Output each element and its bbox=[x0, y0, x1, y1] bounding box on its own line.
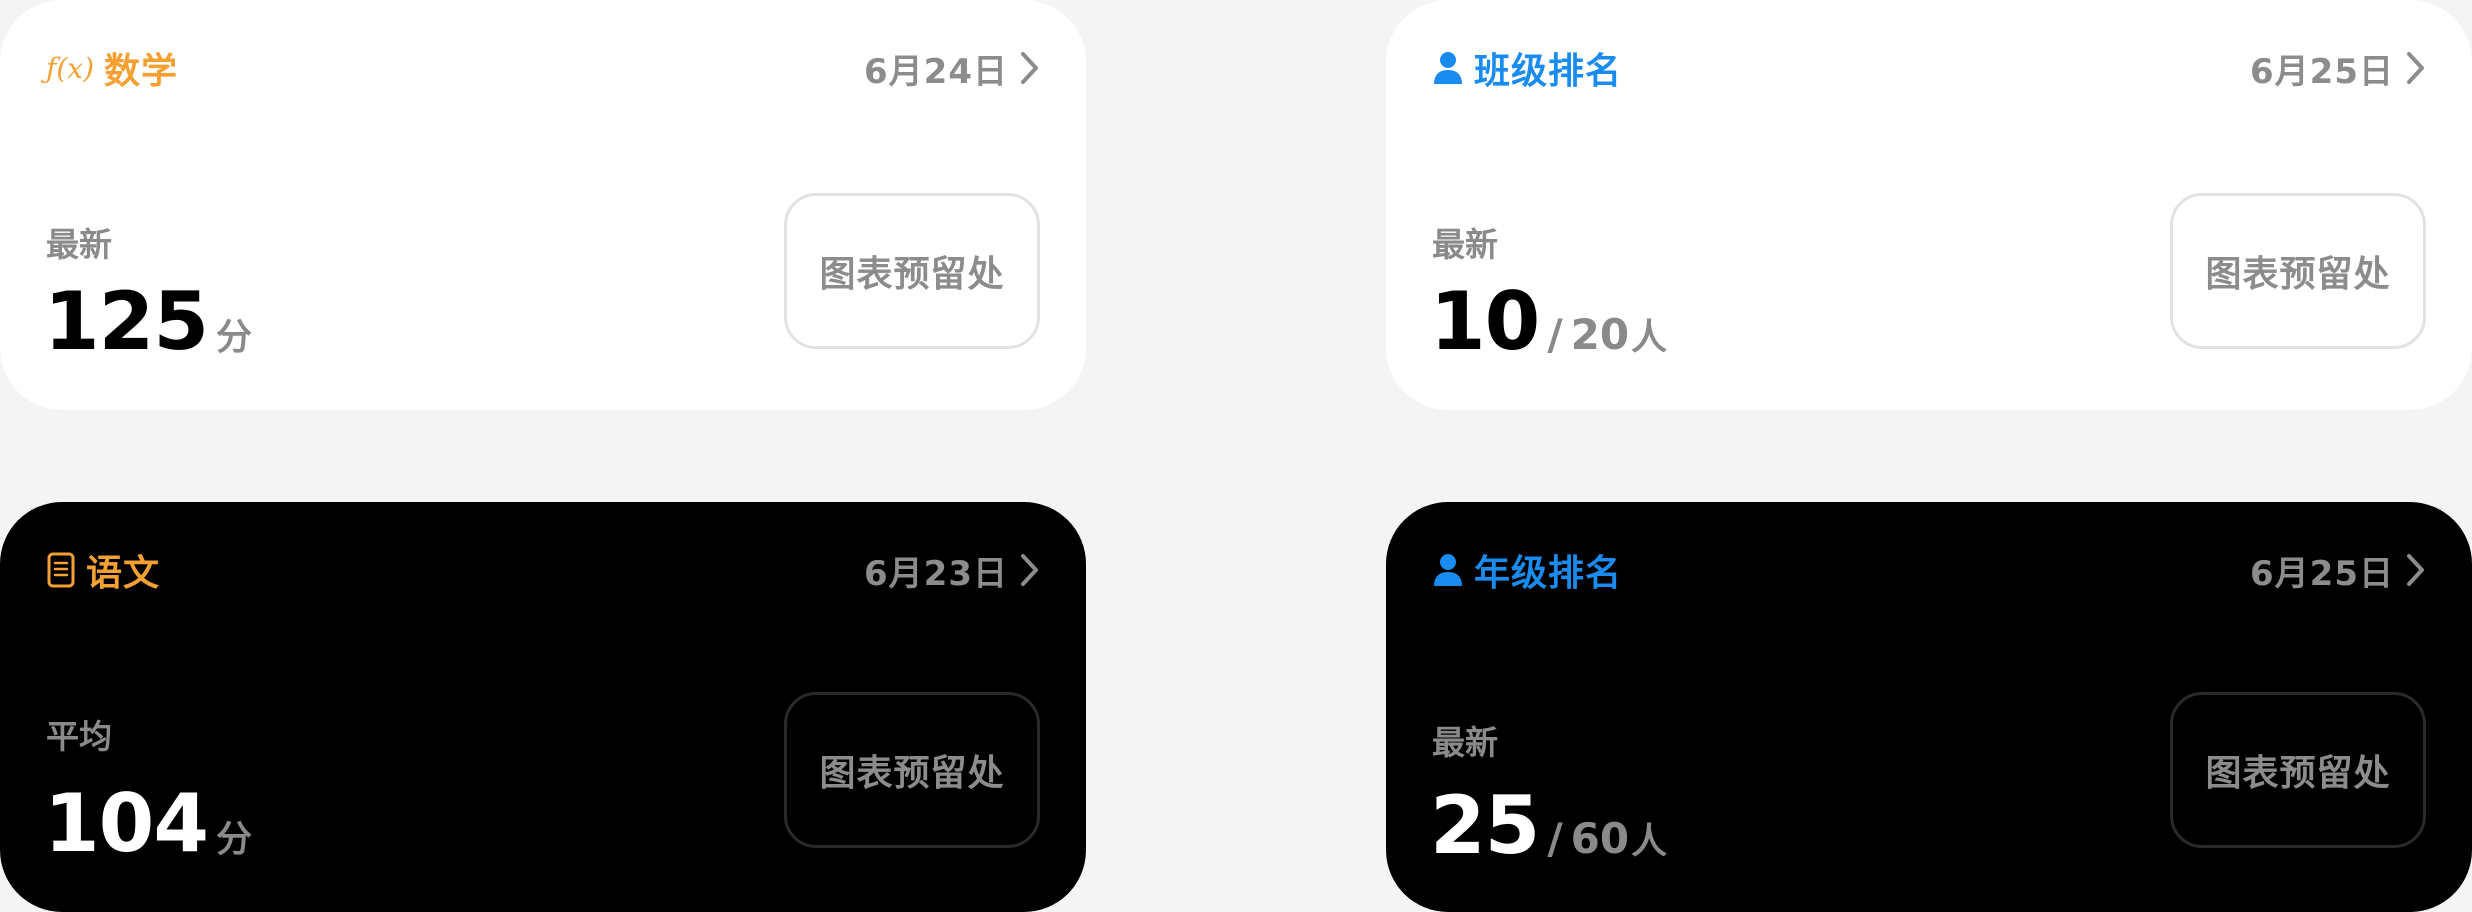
chart-placeholder-label: 图表预留处 bbox=[819, 254, 1005, 295]
score-value: 125 bbox=[44, 275, 209, 368]
function-icon: ƒ(x) bbox=[46, 51, 95, 85]
chart-placeholder: 图表预留处 bbox=[784, 692, 1040, 848]
rank-unit: 人 bbox=[1631, 821, 1668, 862]
rank-total: 20 bbox=[1570, 310, 1630, 359]
card-title: 年级排名 bbox=[1474, 553, 1623, 594]
class-rank-card[interactable]: 班级排名 6月25日 最新 10 / 20 人 图表预留处 bbox=[1386, 0, 2472, 410]
card-date: 6月23日 bbox=[864, 553, 1008, 594]
card-title-group: ƒ(x) 数学 bbox=[46, 42, 178, 94]
rank-total: 60 bbox=[1570, 814, 1630, 863]
document-icon bbox=[46, 550, 76, 590]
metric-value: 125 分 bbox=[44, 282, 252, 362]
metric-label: 最新 bbox=[1432, 225, 1498, 264]
metric-value: 104 分 bbox=[44, 784, 252, 864]
grade-rank-card[interactable]: 年级排名 6月25日 最新 25 / 60 人 图表预留处 bbox=[1386, 502, 2472, 912]
card-header: 年级排名 6月25日 bbox=[1432, 546, 2426, 594]
card-date: 6月24日 bbox=[864, 51, 1008, 92]
person-icon bbox=[1432, 48, 1464, 88]
date-link[interactable]: 6月24日 bbox=[864, 44, 1040, 93]
card-title: 数学 bbox=[104, 51, 179, 92]
date-link[interactable]: 6月23日 bbox=[864, 546, 1040, 595]
chart-placeholder: 图表预留处 bbox=[2170, 193, 2426, 349]
card-header: 语文 6月23日 bbox=[46, 546, 1040, 594]
card-date: 6月25日 bbox=[2250, 553, 2394, 594]
chevron-right-icon bbox=[2406, 51, 2426, 85]
card-title: 班级排名 bbox=[1474, 51, 1623, 92]
card-date: 6月25日 bbox=[2250, 51, 2394, 92]
metric-value: 25 / 60 人 bbox=[1430, 786, 1667, 866]
rank-value: 10 bbox=[1430, 275, 1540, 368]
chart-placeholder-label: 图表预留处 bbox=[819, 753, 1005, 794]
chart-placeholder-label: 图表预留处 bbox=[2205, 254, 2391, 295]
rank-unit: 人 bbox=[1631, 317, 1668, 358]
card-title-group: 语文 bbox=[46, 544, 160, 596]
chevron-right-icon bbox=[2406, 553, 2426, 587]
rank-separator: / bbox=[1547, 814, 1563, 863]
rank-value: 25 bbox=[1430, 779, 1540, 872]
chart-placeholder: 图表预留处 bbox=[784, 193, 1040, 349]
card-title-group: 年级排名 bbox=[1432, 544, 1622, 596]
card-title: 语文 bbox=[86, 553, 161, 594]
score-unit: 分 bbox=[216, 317, 253, 358]
date-link[interactable]: 6月25日 bbox=[2250, 44, 2426, 93]
score-unit: 分 bbox=[216, 819, 253, 860]
date-link[interactable]: 6月25日 bbox=[2250, 546, 2426, 595]
chart-placeholder: 图表预留处 bbox=[2170, 692, 2426, 848]
card-header: 班级排名 6月25日 bbox=[1432, 44, 2426, 92]
person-icon bbox=[1432, 550, 1464, 590]
chevron-right-icon bbox=[1020, 553, 1040, 587]
math-card[interactable]: ƒ(x) 数学 6月24日 最新 125 分 图表预留处 bbox=[0, 0, 1086, 410]
chart-placeholder-label: 图表预留处 bbox=[2205, 753, 2391, 794]
metric-label: 平均 bbox=[46, 717, 112, 756]
chevron-right-icon bbox=[1020, 51, 1040, 85]
rank-separator: / bbox=[1547, 310, 1563, 359]
metric-label: 最新 bbox=[46, 225, 112, 264]
card-title-group: 班级排名 bbox=[1432, 42, 1622, 94]
metric-label: 最新 bbox=[1432, 723, 1498, 762]
card-header: ƒ(x) 数学 6月24日 bbox=[46, 44, 1040, 92]
metric-value: 10 / 20 人 bbox=[1430, 282, 1667, 362]
widget-canvas: ƒ(x) 数学 6月24日 最新 125 分 图表预留处 班级排名 6月25日 … bbox=[0, 0, 2472, 912]
chinese-card[interactable]: 语文 6月23日 平均 104 分 图表预留处 bbox=[0, 502, 1086, 912]
score-value: 104 bbox=[44, 777, 209, 870]
